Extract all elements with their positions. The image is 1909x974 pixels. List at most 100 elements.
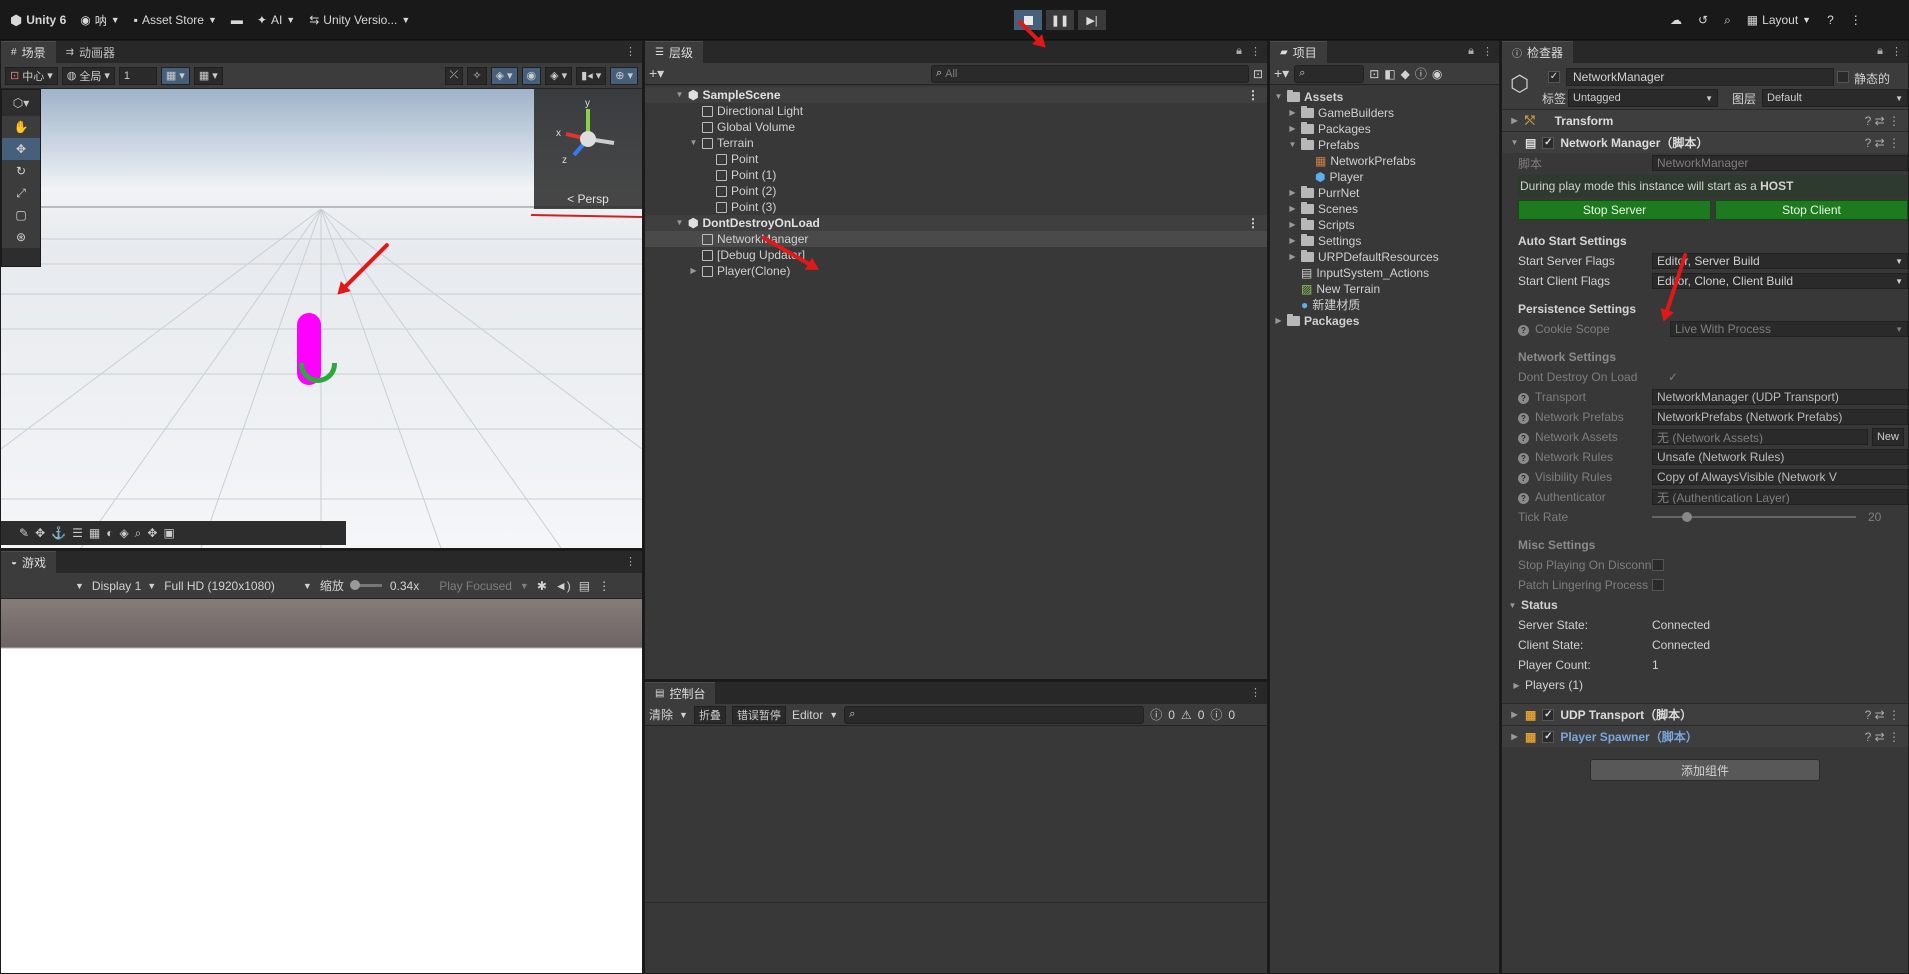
static-checkbox[interactable] [1837,71,1849,83]
foldout-arrow-icon[interactable]: ▶ [689,263,698,279]
network-manager-component-header[interactable]: ▼ ▤ ✓ Network Manager（脚本）? ⇄ ⋮ [1502,131,1908,153]
collapse-button[interactable]: 折叠 [693,705,726,724]
eraser-icon[interactable]: ✎ [19,526,29,540]
layers-dropdown[interactable]: ◈ ▾ [490,66,518,85]
grid-size-input[interactable]: 1 [118,66,157,85]
tag-icon[interactable]: ◆ [1401,67,1410,81]
hierarchy-row[interactable]: Point [645,151,1267,167]
editor-dropdown[interactable]: Editor [792,708,823,722]
warning-icon[interactable]: ⚠ [1181,708,1192,722]
add-component-button[interactable]: 添加组件 [1590,759,1820,781]
new-button[interactable]: New [1871,428,1904,446]
hand-tool-icon[interactable]: ✋ [2,116,40,138]
more-icon[interactable]: ⋮ [1250,686,1261,699]
keyboard-icon[interactable]: ▤ [579,579,590,593]
more-icon[interactable]: ⋮ [598,579,610,593]
patch-lingering-checkbox[interactable] [1652,579,1664,591]
history-button[interactable]: ↺ [1692,8,1714,32]
component-enabled-checkbox[interactable]: ✓ [1542,708,1555,721]
network-rules-field[interactable]: Unsafe (Network Rules) [1652,449,1908,465]
step-button[interactable]: ▶| [1077,9,1107,31]
lock-icon[interactable]: 🔒︎ [1236,45,1242,58]
console-search-input[interactable]: ⌕ [844,705,1145,724]
project-tree-item[interactable]: ▤ InputSystem_Actions [1270,265,1499,281]
active-checkbox[interactable]: ✓ [1548,71,1560,83]
transform-tool-icon[interactable]: ⊛ [2,226,40,248]
project-tree-item[interactable]: ▶ Scripts [1270,217,1499,233]
anchor-icon[interactable]: ⚓ [51,526,66,540]
foldout-arrow-icon[interactable]: ▶ [1288,217,1297,233]
foldout-arrow-icon[interactable]: ▼ [675,215,684,231]
cookie-scope-dropdown[interactable]: Live With Process ▼ [1670,321,1908,337]
project-tree-item[interactable]: ▶ URPDefaultResources [1270,249,1499,265]
project-tree-item[interactable]: ▨ New Terrain [1270,281,1499,297]
component-enabled-checkbox[interactable]: ✓ [1542,136,1555,149]
foldout-arrow-icon[interactable]: ▶ [1288,233,1297,249]
play-focused-dropdown[interactable]: Play Focused [439,579,512,593]
foldout-arrow-icon[interactable]: ▶ [1288,249,1297,265]
error-pause-button[interactable]: 错误暂停 [731,705,786,724]
project-search-input[interactable]: ⌕ [1294,64,1365,83]
camera-dropdown[interactable]: ▮◂ ▾ [576,66,607,85]
tab-inspector[interactable]: ⓘ 检查器 [1502,41,1574,63]
lock-icon[interactable]: 🔒︎ [1877,45,1883,58]
move-icon[interactable]: ✥ [35,526,45,540]
foldout-arrow-icon[interactable]: ▶ [1274,313,1283,329]
stop-playing-checkbox[interactable] [1652,559,1664,571]
pause-button[interactable]: ❚❚ [1045,9,1075,31]
light-icon[interactable]: ◐ [106,526,113,540]
start-server-flags-dropdown[interactable]: Editor, Server Build ▼ [1652,253,1908,269]
version-control-dropdown[interactable]: ⇆ Unity Versio... ▼ [303,8,416,32]
hierarchy-row[interactable]: NetworkManager [645,231,1267,247]
dont-destroy-checkbox[interactable]: ✓ [1668,370,1678,384]
tab-project[interactable]: ▰ 项目 [1270,41,1327,63]
help-button[interactable]: ? [1821,8,1840,32]
foldout-arrow-icon[interactable]: ▼ [675,87,684,103]
start-client-flags-dropdown[interactable]: Editor, Clone, Client Build ▼ [1652,273,1908,289]
tick-rate-value[interactable]: 20 [1868,510,1908,524]
authenticator-field[interactable]: 无 (Authentication Layer) [1652,489,1908,505]
layout-dropdown[interactable]: ▦ Layout ▼ [1741,8,1817,32]
rotate-tool-icon[interactable]: ↻ [2,160,40,182]
hierarchy-row[interactable]: Point (2) [645,183,1267,199]
tab-hierarchy[interactable]: ☰ 层级 [645,41,703,63]
network-assets-field[interactable]: 无 (Network Assets) [1652,429,1868,445]
tab-animator[interactable]: ⇉ 动画器 [55,41,125,63]
scene-orientation-gizmo[interactable]: y x z < Persp [534,89,642,209]
info-icon[interactable]: ⓘ [1150,706,1162,723]
project-tree-item[interactable]: ▼ Prefabs [1270,137,1499,153]
more-menu-button[interactable]: ⋮ [1844,8,1868,32]
udp-transport-component-header[interactable]: ▶ ▦ ✓ UDP Transport（脚本）? ⇄ ⋮ [1502,703,1908,725]
stop-server-button[interactable]: Stop Server [1518,200,1711,220]
hierarchy-row[interactable]: ▶ Player(Clone) [645,263,1267,279]
project-tree-item[interactable]: ▶ Packages [1270,313,1499,329]
hierarchy-row[interactable]: Global Volume [645,119,1267,135]
persp-label[interactable]: < Persp [534,192,642,206]
transform-component-header[interactable]: ▶ ⤲ Transform? ⇄ ⋮ [1502,109,1908,131]
foldout-arrow-icon[interactable]: ▼ [1288,137,1297,153]
grid-snap-button[interactable]: ▦ ▾ [160,66,190,85]
resolution-dropdown[interactable]: Full HD (1920x1080) ▼ [164,579,312,593]
visibility-rules-field[interactable]: Copy of AlwaysVisible (Network V [1652,469,1908,485]
project-tree-item[interactable]: ▶ Scenes [1270,201,1499,217]
bug-icon[interactable]: ✱ [537,579,547,593]
audio-icon[interactable]: ◄) [555,579,571,593]
hierarchy-scene-row[interactable]: ▼ ⬢ SampleScene ⋮ [645,87,1267,103]
hierarchy-scene-row[interactable]: ▼ ⬢ DontDestroyOnLoad ⋮ [645,215,1267,231]
visibility-toggle[interactable]: ◉ [521,66,542,85]
hierarchy-row[interactable]: Point (3) [645,199,1267,215]
foldout-arrow-icon[interactable]: ▶ [1288,105,1297,121]
tab-scene[interactable]: # 场景 [1,41,56,63]
project-tree-item[interactable]: ▶ Settings [1270,233,1499,249]
rect-tool-icon[interactable]: ▢ [2,204,40,226]
fx-toggle[interactable]: ✧ [467,66,487,85]
pivot-icon[interactable]: ✥ [147,526,157,540]
lock-icon[interactable]: 🔒︎ [1468,45,1474,58]
more-icon[interactable]: ⋮ [1250,45,1261,58]
project-tree-item[interactable]: ● 新建材质 [1270,297,1499,313]
hierarchy-row[interactable]: Directional Light [645,103,1267,119]
more-icon[interactable]: ⋮ [1482,45,1493,58]
add-icon[interactable]: +▾ [1274,65,1289,82]
stop-client-button[interactable]: Stop Client [1715,200,1908,220]
tick-rate-slider[interactable] [1652,512,1856,522]
